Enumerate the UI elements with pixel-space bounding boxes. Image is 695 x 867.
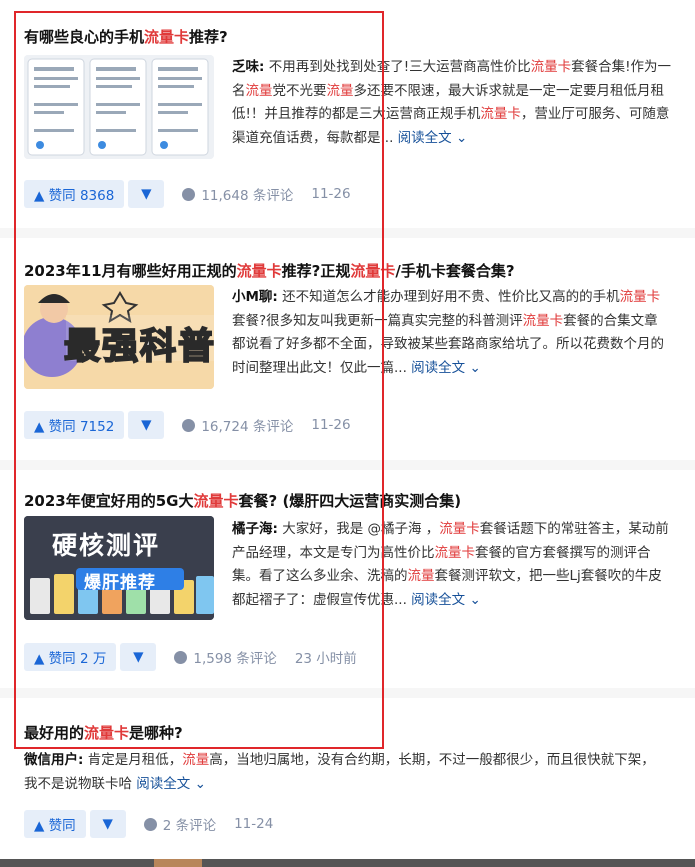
action-bar: ▲ 赞同 2 万 ▼ 1,598 条评论 23 小时前: [24, 643, 357, 671]
answer-excerpt[interactable]: 小M聊: 还不知道怎么才能办理到好用不贵、性价比又高的的手机流量卡套餐?很多知友…: [232, 286, 672, 380]
chevron-down-icon: ⌄: [194, 775, 206, 792]
comment-button[interactable]: 11,648 条评论: [182, 184, 293, 204]
read-more-link[interactable]: 阅读全文 ⌄: [411, 360, 481, 376]
upvote-button[interactable]: ▲ 赞同: [24, 810, 86, 838]
post-date: 11-24: [234, 816, 274, 832]
thumbnail-image[interactable]: [24, 55, 214, 159]
downvote-button[interactable]: ▼: [89, 810, 126, 838]
read-more-link[interactable]: 阅读全文 ⌄: [136, 776, 206, 792]
upvote-button[interactable]: ▲ 赞同 2 万: [24, 643, 117, 671]
chevron-down-icon: ⌄: [469, 359, 481, 376]
answer-card-1: 有哪些良心的手机流量卡推荐? 乏味: 不用再到处找到处查了!三大运营商高性价比流…: [0, 0, 695, 228]
answer-card-2: 2023年11月有哪些好用正规的流量卡推荐?正规流量卡/手机卡套餐合集? 最强科…: [0, 238, 695, 460]
action-bar: ▲ 赞同 8368 ▼ 11,648 条评论 11-26: [24, 180, 351, 208]
read-more-link[interactable]: 阅读全文 ⌄: [398, 130, 468, 146]
answer-excerpt[interactable]: 橘子海: 大家好，我是 @橘子海 ，流量卡套餐话题下的常驻答主，某动前产品经理，…: [232, 518, 672, 612]
answer-excerpt[interactable]: 乏味: 不用再到处找到处查了!三大运营商高性价比流量卡套餐合集!作为一名流量党不…: [232, 56, 672, 150]
post-date: 11-26: [311, 186, 351, 202]
thumbnail-image[interactable]: 硬核测评 爆肝推荐: [24, 516, 214, 620]
toolbar-segment: [154, 859, 202, 867]
chevron-down-icon: ⌄: [469, 591, 481, 608]
thumbnail-subtext: 爆肝推荐: [84, 573, 156, 593]
upvote-button[interactable]: ▲ 赞同 8368: [24, 180, 125, 208]
comment-icon: [143, 817, 157, 831]
downvote-button[interactable]: ▼: [128, 180, 165, 208]
comment-button[interactable]: 16,724 条评论: [182, 415, 293, 435]
comment-icon: [182, 187, 196, 201]
question-title[interactable]: 2023年便宜好用的5G大流量卡套餐? (爆肝四大运营商实测合集): [24, 490, 461, 511]
downvote-button[interactable]: ▼: [120, 643, 157, 671]
thumbnail-text: 最强科普: [63, 325, 214, 368]
comment-button[interactable]: 1,598 条评论: [174, 647, 277, 667]
chevron-down-icon: ⌄: [455, 129, 468, 146]
answer-card-4: 最好用的流量卡是哪种? 微信用户: 肯定是月租低，流量高，当地归属地，没有合约期…: [0, 698, 695, 859]
downvote-button[interactable]: ▼: [128, 411, 165, 439]
question-title[interactable]: 2023年11月有哪些好用正规的流量卡推荐?正规流量卡/手机卡套餐合集?: [24, 260, 515, 281]
post-date: 11-26: [311, 417, 351, 433]
thumbnail-image[interactable]: 最强科普: [24, 285, 214, 389]
answer-excerpt[interactable]: 微信用户: 肯定是月租低，流量高，当地归属地，没有合约期，长期，不过一般都很少，…: [24, 749, 664, 796]
post-date: 23 小时前: [294, 651, 357, 667]
comment-icon: [182, 418, 196, 432]
comment-icon: [174, 650, 188, 664]
thumbnail-text: 硬核测评: [52, 531, 161, 560]
action-bar: ▲ 赞同 ▼ 2 条评论 11-24: [24, 810, 273, 838]
question-title[interactable]: 有哪些良心的手机流量卡推荐?: [24, 26, 228, 47]
bottom-toolbar: [0, 859, 695, 867]
read-more-link[interactable]: 阅读全文 ⌄: [411, 592, 481, 608]
upvote-button[interactable]: ▲ 赞同 7152: [24, 411, 125, 439]
question-title[interactable]: 最好用的流量卡是哪种?: [24, 722, 183, 743]
action-bar: ▲ 赞同 7152 ▼ 16,724 条评论 11-26: [24, 411, 351, 439]
comment-button[interactable]: 2 条评论: [143, 814, 216, 834]
answer-card-3: 2023年便宜好用的5G大流量卡套餐? (爆肝四大运营商实测合集) 硬核测评 爆…: [0, 470, 695, 688]
